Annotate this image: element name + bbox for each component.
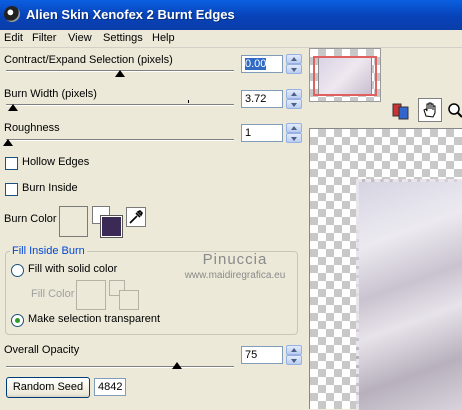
burn-width-slider-track[interactable] (6, 104, 234, 106)
burn-color-swatch[interactable] (59, 206, 88, 237)
roughness-label: Roughness (4, 122, 60, 134)
thumbnail-view-rect[interactable] (313, 56, 377, 96)
hand-icon (423, 102, 436, 118)
menu-help[interactable]: Help (152, 32, 175, 44)
fill-color-front-swatch (119, 290, 139, 310)
contract-label: Contract/Expand Selection (pixels) (4, 54, 173, 66)
burn-inside-checkbox[interactable] (5, 183, 18, 196)
roughness-spinner[interactable] (286, 123, 302, 143)
fill-color-swatch[interactable] (76, 280, 106, 310)
burn-width-input[interactable]: 3.72 (241, 90, 283, 108)
burn-inside-label: Burn Inside (22, 182, 78, 194)
transparent-radio[interactable] (11, 314, 24, 327)
preview-image (356, 179, 462, 410)
transparent-label: Make selection transparent (28, 313, 161, 325)
opacity-spinner[interactable] (286, 345, 302, 365)
opacity-slider-thumb[interactable] (172, 362, 182, 369)
zoom-icon (448, 103, 462, 118)
fill-solid-label: Fill with solid color (28, 263, 118, 275)
app-icon (4, 6, 20, 22)
roughness-input[interactable]: 1 (241, 124, 283, 142)
preview-pane[interactable] (309, 128, 462, 410)
menu-filter[interactable]: Filter (32, 32, 56, 44)
watermark-name: Pinuccia (202, 251, 268, 268)
fill-color-label: Fill Color (31, 288, 75, 300)
hollow-edges-label: Hollow Edges (22, 156, 90, 168)
opacity-label: Overall Opacity (4, 344, 80, 356)
contract-slider-thumb[interactable] (115, 70, 125, 77)
hollow-edges-checkbox[interactable] (5, 157, 18, 170)
roughness-slider-track[interactable] (6, 139, 234, 141)
hand-button[interactable] (418, 98, 442, 122)
burn-width-spinner[interactable] (286, 89, 302, 109)
title-bar[interactable]: Alien Skin Xenofex 2 Burnt Edges (0, 0, 462, 30)
navigator-thumbnail[interactable] (309, 48, 381, 102)
menu-view[interactable]: View (68, 32, 92, 44)
window-title: Alien Skin Xenofex 2 Burnt Edges (26, 7, 235, 22)
burn-width-tick (188, 100, 189, 103)
opacity-slider-track[interactable] (6, 366, 234, 368)
random-seed-input[interactable]: 4842 (94, 378, 126, 396)
menu-bar: Edit Filter View Settings Help (0, 30, 462, 48)
compare-button[interactable] (390, 100, 412, 122)
eyedropper-button[interactable] (126, 207, 146, 227)
compare-icon (392, 103, 409, 120)
burn-color-front-swatch[interactable] (100, 215, 123, 238)
menu-settings[interactable]: Settings (103, 32, 143, 44)
opacity-input[interactable]: 75 (241, 346, 283, 364)
watermark-site: www.maidiregrafica.eu (184, 270, 286, 281)
fill-inside-burn-legend: Fill Inside Burn (10, 245, 87, 257)
burn-width-slider-thumb[interactable] (8, 104, 18, 111)
eyedropper-icon (129, 210, 143, 224)
zoom-button[interactable] (446, 100, 462, 122)
burn-width-label: Burn Width (pixels) (4, 88, 97, 100)
fill-solid-radio[interactable] (11, 264, 24, 277)
contract-spinner[interactable] (286, 54, 302, 74)
contract-input[interactable]: 0.00 (241, 55, 283, 73)
random-seed-button[interactable]: Random Seed (6, 377, 90, 398)
menu-edit[interactable]: Edit (4, 32, 23, 44)
burn-color-label: Burn Color (4, 213, 57, 225)
roughness-slider-thumb[interactable] (3, 139, 13, 146)
